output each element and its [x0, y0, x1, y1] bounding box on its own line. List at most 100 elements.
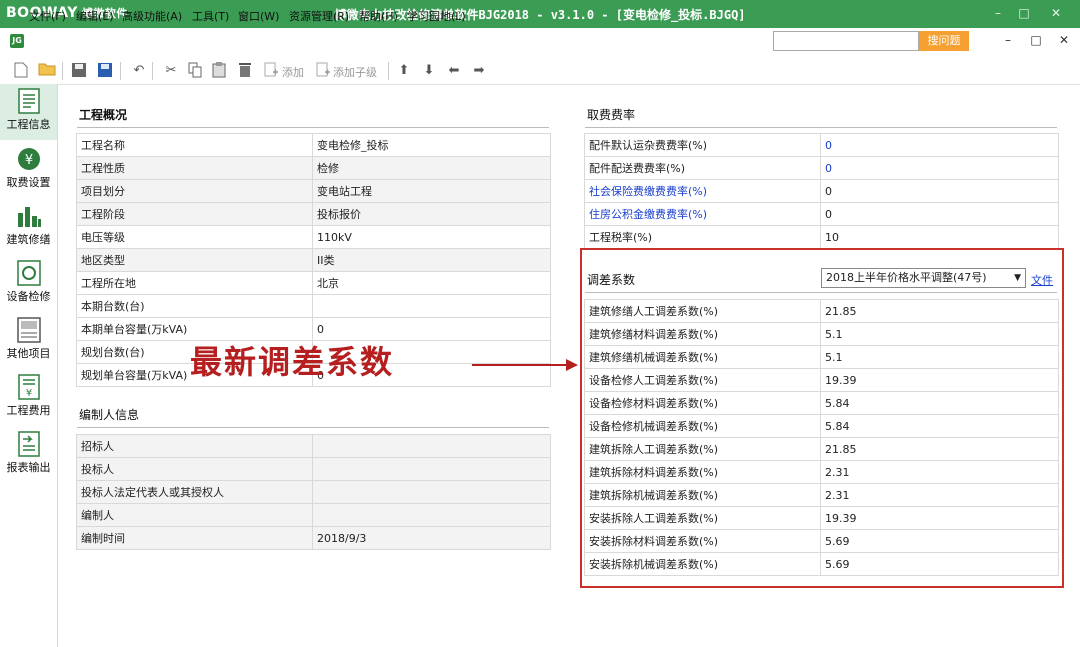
open-folder-icon[interactable] [38, 62, 56, 80]
row-value[interactable]: 10 [820, 225, 1059, 249]
menu-window[interactable]: 窗口(W) [238, 8, 279, 24]
row-value[interactable] [312, 434, 551, 458]
menu-advanced[interactable]: 高级功能(A) [122, 8, 182, 24]
nav-project-cost[interactable]: ¥ 工程费用 [0, 370, 57, 426]
row-label: 安装拆除机械调差系数(%) [584, 552, 821, 576]
row-value[interactable]: 5.84 [820, 391, 1059, 415]
row-value[interactable]: 0 [820, 156, 1059, 180]
toolbar-separator [62, 62, 63, 80]
menu-learning[interactable]: 学习园地(L) [407, 8, 466, 24]
close-button[interactable]: ✕ [1044, 4, 1068, 22]
table-row: 建筑修缮材料调差系数(%) 5.1 [584, 322, 1059, 346]
row-value[interactable]: 变电站工程 [312, 179, 551, 203]
table-row: 工程税率(%) 10 [584, 225, 1059, 249]
nav-report-output[interactable]: 报表输出 [0, 427, 57, 483]
row-label: 工程阶段 [76, 202, 313, 226]
table-row: 配件配送费费率(%) 0 [584, 156, 1059, 180]
row-value[interactable]: 投标报价 [312, 202, 551, 226]
row-value[interactable]: 19.39 [820, 368, 1059, 392]
menu-file[interactable]: 文件(F) [29, 8, 66, 24]
app-menu-icon[interactable]: JG [10, 34, 24, 48]
file-link[interactable]: 文件 [1031, 272, 1053, 288]
row-value[interactable]: 21.85 [820, 437, 1059, 461]
other-items-icon [16, 317, 42, 343]
table-row: 投标人法定代表人或其授权人 [76, 480, 551, 504]
table-row: 投标人 [76, 457, 551, 481]
row-value[interactable]: 19.39 [820, 506, 1059, 530]
cut-icon[interactable]: ✂ [162, 62, 180, 80]
row-value[interactable]: 5.1 [820, 322, 1059, 346]
fee-settings-icon: ¥ [16, 146, 42, 172]
row-value[interactable]: 5.84 [820, 414, 1059, 438]
minimize-button[interactable]: – [986, 4, 1010, 22]
row-value[interactable] [312, 457, 551, 481]
row-value[interactable]: 110kV [312, 225, 551, 249]
add-button[interactable]: 添加 [282, 64, 304, 80]
row-label: 工程税率(%) [584, 225, 821, 249]
row-value[interactable]: 0 [820, 179, 1059, 203]
nav-equipment-maintenance[interactable]: 设备检修 [0, 256, 57, 312]
project-cost-icon: ¥ [16, 374, 42, 400]
row-label: 设备检修材料调差系数(%) [584, 391, 821, 415]
row-value[interactable]: 5.69 [820, 529, 1059, 553]
row-value[interactable]: 21.85 [820, 299, 1059, 323]
table-row: 项目划分 变电站工程 [76, 179, 551, 203]
move-left-icon[interactable]: ⬅ [445, 62, 463, 80]
row-label: 建筑拆除人工调差系数(%) [584, 437, 821, 461]
copy-icon[interactable] [186, 62, 204, 80]
nav-fee-settings[interactable]: ¥ 取费设置 [0, 142, 57, 198]
row-value[interactable]: 变电检修_投标 [312, 133, 551, 157]
row-label: 建筑修缮材料调差系数(%) [584, 322, 821, 346]
row-value[interactable]: 0 [820, 202, 1059, 226]
mdi-close-button[interactable]: ✕ [1054, 33, 1074, 47]
svg-text:¥: ¥ [24, 153, 32, 168]
row-value[interactable]: 北京 [312, 271, 551, 295]
add-icon[interactable] [262, 62, 280, 80]
row-value[interactable]: 2.31 [820, 460, 1059, 484]
paste-icon[interactable] [210, 62, 228, 80]
maximize-button[interactable]: □ [1012, 4, 1036, 22]
undo-icon[interactable]: ↶ [130, 62, 148, 80]
search-input[interactable] [773, 31, 919, 51]
add-child-button[interactable]: 添加子级 [333, 64, 377, 80]
row-value[interactable] [312, 503, 551, 527]
row-label: 招标人 [76, 434, 313, 458]
row-value[interactable]: 检修 [312, 156, 551, 180]
menu-edit[interactable]: 编辑(E) [76, 8, 114, 24]
price-level-select[interactable]: 2018上半年价格水平调整(47号) ▼ [821, 268, 1026, 288]
delete-icon[interactable] [236, 62, 254, 80]
nav-building-repair[interactable]: 建筑修缮 [0, 199, 57, 255]
table-row: 建筑修缮人工调差系数(%) 21.85 [584, 299, 1059, 323]
menu-help[interactable]: 帮助(H) [359, 8, 398, 24]
row-value[interactable]: 5.1 [820, 345, 1059, 369]
search-button[interactable]: 搜问题 [919, 31, 969, 51]
move-right-icon[interactable]: ➡ [470, 62, 488, 80]
row-label: 配件默认运杂费费率(%) [584, 133, 821, 157]
nav-project-info[interactable]: 工程信息 [0, 84, 57, 140]
row-value[interactable]: 0 [820, 133, 1059, 157]
row-label: 工程所在地 [76, 271, 313, 295]
row-value[interactable]: 5.69 [820, 552, 1059, 576]
save-icon[interactable] [70, 62, 88, 80]
save-all-icon[interactable] [96, 62, 114, 80]
nav-other-items[interactable]: 其他项目 [0, 313, 57, 369]
table-row: 本期台数(台) [76, 294, 551, 318]
mdi-minimize-button[interactable]: – [998, 33, 1018, 47]
row-value[interactable] [312, 480, 551, 504]
row-label: 建筑拆除材料调差系数(%) [584, 460, 821, 484]
nav-label: 报表输出 [6, 461, 51, 474]
row-value[interactable]: 2.31 [820, 483, 1059, 507]
row-value[interactable]: 2018/9/3 [312, 526, 551, 550]
row-label: 工程名称 [76, 133, 313, 157]
move-down-icon[interactable]: ⬇ [420, 62, 438, 80]
menu-resources[interactable]: 资源管理(R) [289, 8, 349, 24]
add-child-icon[interactable] [314, 62, 332, 80]
nav-label: 其他项目 [6, 347, 51, 360]
row-value[interactable] [312, 294, 551, 318]
mdi-maximize-button[interactable]: □ [1026, 33, 1046, 47]
move-up-icon[interactable]: ⬆ [395, 62, 413, 80]
table-row: 编制时间 2018/9/3 [76, 526, 551, 550]
new-file-icon[interactable] [12, 62, 30, 80]
row-value[interactable]: II类 [312, 248, 551, 272]
menu-tools[interactable]: 工具(T) [192, 8, 229, 24]
